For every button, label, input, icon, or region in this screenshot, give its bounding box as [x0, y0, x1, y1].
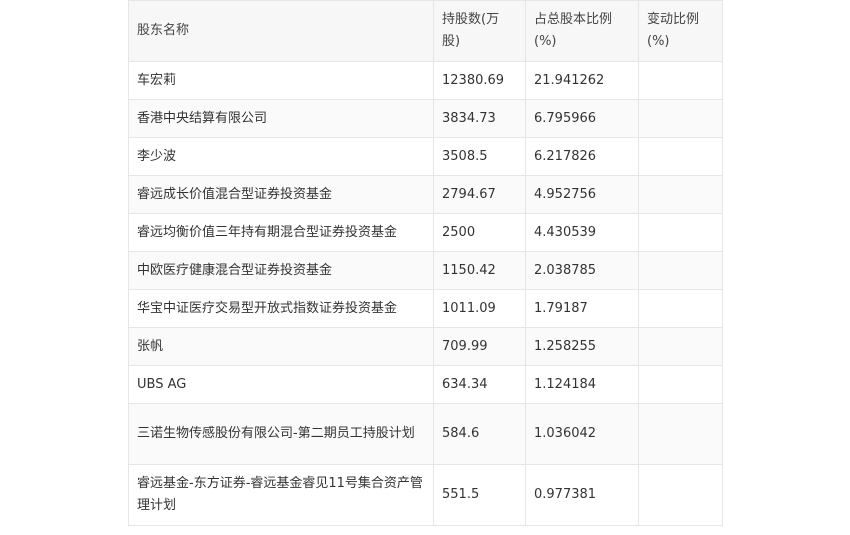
header-change-ratio: 变动比例(%) — [638, 0, 723, 62]
cell-change-ratio — [638, 99, 723, 138]
cell-shareholder-name: 香港中央结算有限公司 — [128, 99, 434, 138]
cell-change-ratio — [638, 289, 723, 328]
header-shares-held: 持股数(万股) — [433, 0, 526, 62]
cell-change-ratio — [638, 403, 723, 465]
cell-shares-held: 2500 — [433, 213, 526, 252]
cell-shares-held: 1150.42 — [433, 251, 526, 290]
cell-share-ratio: 1.036042 — [525, 403, 639, 465]
cell-change-ratio — [638, 464, 723, 526]
table-row: 华宝中证医疗交易型开放式指数证券投资基金 1011.09 1.79187 — [128, 289, 723, 328]
cell-change-ratio — [638, 365, 723, 404]
header-row: 股东名称 持股数(万股) 占总股本比例(%) 变动比例(%) — [128, 0, 723, 62]
cell-shares-held: 551.5 — [433, 464, 526, 526]
cell-shares-held: 12380.69 — [433, 61, 526, 100]
cell-shareholder-name: UBS AG — [128, 365, 434, 404]
cell-shares-held: 709.99 — [433, 327, 526, 366]
cell-shares-held: 3834.73 — [433, 99, 526, 138]
cell-share-ratio: 1.79187 — [525, 289, 639, 328]
cell-shareholder-name: 华宝中证医疗交易型开放式指数证券投资基金 — [128, 289, 434, 328]
shareholder-table-container: 股东名称 持股数(万股) 占总股本比例(%) 变动比例(%) 车宏莉 12380… — [128, 0, 723, 526]
cell-shareholder-name: 车宏莉 — [128, 61, 434, 100]
cell-change-ratio — [638, 251, 723, 290]
cell-share-ratio: 2.038785 — [525, 251, 639, 290]
table-row: 睿远均衡价值三年持有期混合型证券投资基金 2500 4.430539 — [128, 213, 723, 252]
cell-share-ratio: 6.795966 — [525, 99, 639, 138]
cell-share-ratio: 21.941262 — [525, 61, 639, 100]
table-header: 股东名称 持股数(万股) 占总股本比例(%) 变动比例(%) — [128, 0, 723, 62]
cell-shareholder-name: 三诺生物传感股份有限公司-第二期员工持股计划 — [128, 403, 434, 465]
cell-shareholder-name: 李少波 — [128, 137, 434, 176]
cell-share-ratio: 6.217826 — [525, 137, 639, 176]
table-row: 张帆 709.99 1.258255 — [128, 327, 723, 366]
table-row: 三诺生物传感股份有限公司-第二期员工持股计划 584.6 1.036042 — [128, 403, 723, 465]
header-share-ratio: 占总股本比例(%) — [525, 0, 639, 62]
table-body: 车宏莉 12380.69 21.941262 香港中央结算有限公司 3834.7… — [128, 61, 723, 526]
cell-shares-held: 584.6 — [433, 403, 526, 465]
cell-change-ratio — [638, 213, 723, 252]
cell-share-ratio: 4.952756 — [525, 175, 639, 214]
cell-shares-held: 1011.09 — [433, 289, 526, 328]
table-row: 香港中央结算有限公司 3834.73 6.795966 — [128, 99, 723, 138]
table-row: 睿远基金-东方证券-睿远基金睿见11号集合资产管理计划 551.5 0.9773… — [128, 464, 723, 526]
shareholder-table: 股东名称 持股数(万股) 占总股本比例(%) 变动比例(%) 车宏莉 12380… — [128, 0, 723, 526]
cell-change-ratio — [638, 137, 723, 176]
cell-share-ratio: 1.124184 — [525, 365, 639, 404]
cell-shareholder-name: 睿远均衡价值三年持有期混合型证券投资基金 — [128, 213, 434, 252]
cell-shares-held: 2794.67 — [433, 175, 526, 214]
cell-change-ratio — [638, 327, 723, 366]
cell-share-ratio: 4.430539 — [525, 213, 639, 252]
cell-shareholder-name: 张帆 — [128, 327, 434, 366]
cell-share-ratio: 0.977381 — [525, 464, 639, 526]
cell-shareholder-name: 睿远基金-东方证券-睿远基金睿见11号集合资产管理计划 — [128, 464, 434, 526]
cell-shares-held: 634.34 — [433, 365, 526, 404]
cell-shareholder-name: 中欧医疗健康混合型证券投资基金 — [128, 251, 434, 290]
table-row: UBS AG 634.34 1.124184 — [128, 365, 723, 404]
cell-change-ratio — [638, 61, 723, 100]
table-row: 中欧医疗健康混合型证券投资基金 1150.42 2.038785 — [128, 251, 723, 290]
cell-shares-held: 3508.5 — [433, 137, 526, 176]
cell-change-ratio — [638, 175, 723, 214]
table-row: 车宏莉 12380.69 21.941262 — [128, 61, 723, 100]
table-row: 李少波 3508.5 6.217826 — [128, 137, 723, 176]
cell-share-ratio: 1.258255 — [525, 327, 639, 366]
table-row: 睿远成长价值混合型证券投资基金 2794.67 4.952756 — [128, 175, 723, 214]
cell-shareholder-name: 睿远成长价值混合型证券投资基金 — [128, 175, 434, 214]
header-shareholder-name: 股东名称 — [128, 0, 434, 62]
